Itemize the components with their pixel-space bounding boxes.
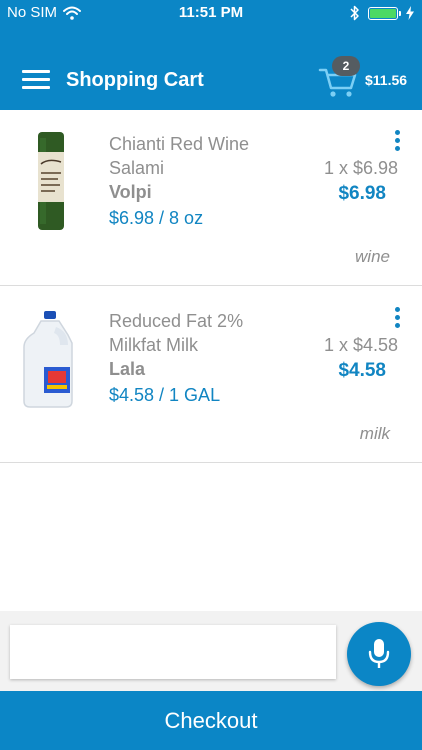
battery-level — [370, 8, 396, 18]
milk-jug-product-image — [23, 311, 73, 408]
item-unit-price: $4.58 / 1 GAL — [109, 385, 221, 405]
salami-product-image — [38, 132, 64, 230]
bluetooth-icon — [350, 5, 359, 21]
cart-item[interactable]: Chianti Red Wine Salami Volpi $6.98 / 8 … — [0, 110, 422, 286]
item-line-total: $6.98 — [338, 183, 386, 204]
item-brand: Volpi — [109, 182, 152, 202]
item-tag: milk — [359, 424, 390, 443]
cart-item[interactable]: Reduced Fat 2% Milkfat Milk Lala $4.58 /… — [0, 287, 422, 463]
item-quantity-line: 1 x $6.98 — [323, 158, 398, 178]
hamburger-menu-icon[interactable] — [22, 70, 50, 90]
microphone-icon — [368, 639, 390, 668]
status-right — [350, 5, 414, 21]
checkout-button[interactable]: Checkout — [0, 691, 422, 750]
app-header: No SIM 11:51 PM Shopping Cart 2 $11.56 — [0, 0, 422, 110]
cart-count-badge: 2 — [332, 56, 360, 76]
input-panel — [0, 611, 422, 691]
status-bar: No SIM 11:51 PM — [0, 0, 422, 28]
microphone-button[interactable] — [347, 622, 411, 686]
item-name: Reduced Fat 2% Milkfat Milk — [109, 311, 244, 355]
item-tag: wine — [355, 247, 390, 266]
battery-cap — [399, 10, 401, 16]
cart-total: $11.56 — [365, 72, 408, 88]
charging-bolt-icon — [406, 6, 414, 20]
page-title: Shopping Cart — [66, 69, 204, 91]
item-brand: Lala — [109, 359, 146, 379]
battery-icon — [368, 6, 401, 20]
item-unit-price: $6.98 / 8 oz — [109, 208, 204, 228]
more-options-icon[interactable] — [395, 307, 401, 328]
item-quantity-line: 1 x $4.58 — [323, 335, 398, 355]
item-line-total: $4.58 — [338, 360, 386, 381]
search-input[interactable] — [10, 625, 336, 679]
more-options-icon[interactable] — [395, 130, 401, 151]
item-name: Chianti Red Wine Salami — [109, 134, 250, 178]
